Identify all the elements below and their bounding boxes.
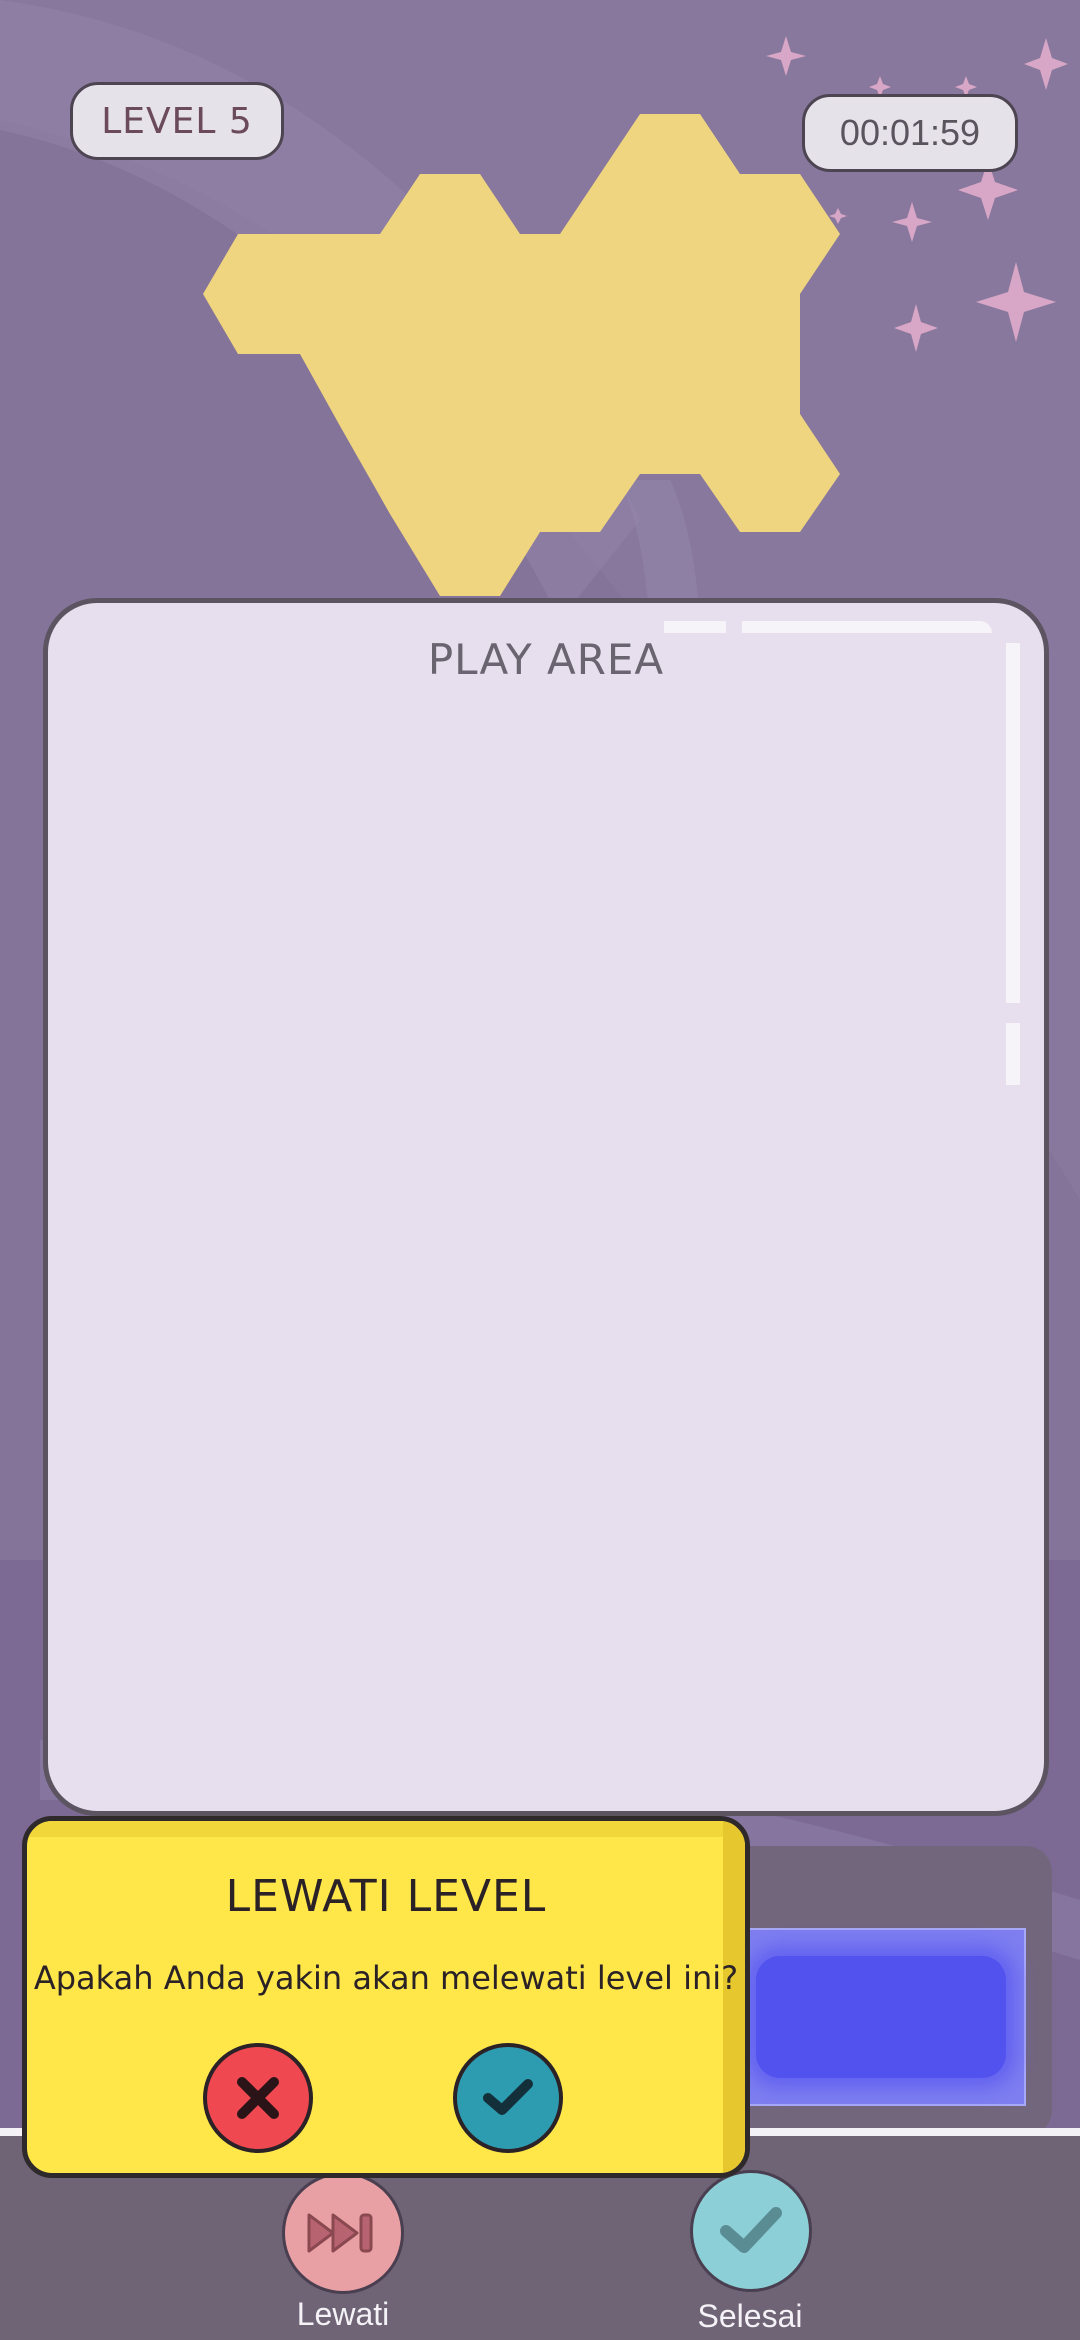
level-label: LEVEL 5 bbox=[101, 100, 253, 142]
play-area-title: PLAY AREA bbox=[427, 635, 665, 684]
progress-fill bbox=[756, 1956, 1006, 2078]
timer-value: 00:01:59 bbox=[839, 112, 981, 153]
checkmark-icon bbox=[720, 2207, 782, 2253]
x-icon bbox=[237, 2077, 279, 2119]
done-label: Selesai bbox=[697, 2298, 803, 2334]
fast-forward-icon bbox=[307, 2213, 373, 2253]
gloss-highlight bbox=[742, 621, 992, 633]
progress-indicator bbox=[736, 1928, 1026, 2106]
dialog-highlight bbox=[27, 1821, 745, 1837]
level-badge: LEVEL 5 bbox=[70, 82, 284, 160]
cancel-button[interactable] bbox=[203, 2043, 313, 2153]
skip-label: Lewati bbox=[296, 2296, 390, 2332]
done-button[interactable] bbox=[690, 2170, 812, 2292]
gloss-highlight bbox=[1006, 1023, 1020, 1085]
checkmark-icon bbox=[483, 2079, 533, 2115]
skip-button[interactable] bbox=[282, 2172, 404, 2294]
play-area[interactable]: PLAY AREA bbox=[43, 598, 1049, 1816]
gloss-highlight bbox=[1006, 643, 1020, 1003]
dialog-title: LEWATI LEVEL bbox=[225, 1871, 547, 1922]
confirm-button[interactable] bbox=[453, 2043, 563, 2153]
dialog-message: Apakah Anda yakin akan melewati level in… bbox=[33, 1959, 739, 1997]
gloss-highlight bbox=[664, 621, 726, 633]
game-screen: LEVEL 5 00:01:59 PLAY AREA Lewati Selesa… bbox=[0, 0, 1080, 2340]
timer-display: 00:01:59 bbox=[802, 94, 1018, 172]
skip-level-dialog: LEWATI LEVEL Apakah Anda yakin akan mele… bbox=[22, 1816, 750, 2178]
